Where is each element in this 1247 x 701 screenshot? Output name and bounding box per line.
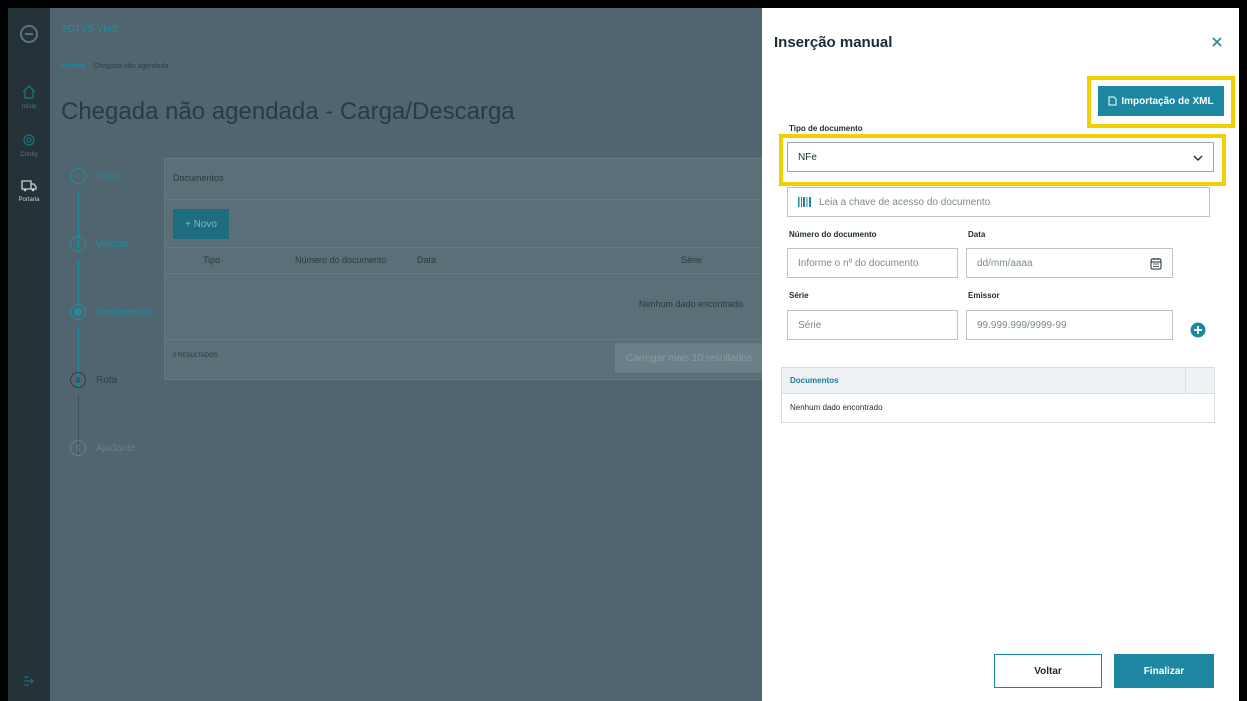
xml-import-button[interactable]: Importação de XML [1098, 86, 1224, 116]
breadcrumb-link-portaria[interactable]: Portaria [61, 63, 86, 70]
check-icon: ✓ [70, 236, 86, 252]
totvs-logo-icon [20, 25, 38, 43]
divider [165, 247, 763, 248]
rail-item-portaria[interactable]: Portaria [8, 163, 50, 217]
series-field[interactable] [787, 310, 958, 340]
access-key-field[interactable] [787, 187, 1210, 217]
logout-icon[interactable] [22, 674, 36, 688]
documents-card: Documentos + Novo Tipo Número do documen… [164, 158, 764, 380]
breadcrumb: Portaria Chegada não agendada [61, 63, 169, 70]
breadcrumb-current: Chegada não agendada [93, 63, 169, 70]
truck-icon [21, 180, 37, 192]
rail-item-label: Início [21, 104, 37, 110]
app-title: TOTVS YMS [61, 24, 119, 35]
doc-number-field[interactable] [787, 248, 958, 278]
access-key-input[interactable] [819, 196, 1199, 208]
side-rail: Início Config Portaria [8, 8, 50, 701]
step-number: 5 [70, 440, 86, 456]
check-icon: ✓ [70, 168, 86, 184]
step-label: Rota [96, 374, 118, 386]
rail-item-label: Portaria [18, 197, 40, 203]
column-header-tipo[interactable]: Tipo [203, 255, 220, 265]
load-more-button[interactable]: Carregar mais 10 resultados [615, 343, 763, 373]
background-page: TOTVS YMS Portaria Chegada não agendada … [50, 8, 764, 701]
file-icon [1108, 96, 1117, 106]
column-header-documentos: Documentos [790, 376, 839, 385]
step-number: 4 [70, 372, 86, 388]
issuer-label: Emissor [968, 291, 1000, 300]
finish-button[interactable]: Finalizar [1114, 654, 1214, 688]
divider [165, 339, 763, 340]
step-label: Documentos [96, 306, 153, 318]
close-icon[interactable] [1211, 36, 1223, 48]
doc-number-label: Número do documento [789, 230, 877, 239]
gear-icon [23, 134, 35, 146]
doc-type-value: NFe [798, 151, 817, 163]
barcode-icon [798, 197, 811, 207]
date-label: Data [968, 230, 986, 239]
column-header-serie[interactable]: Série [681, 255, 702, 265]
current-step-marker [70, 304, 86, 320]
step-rota[interactable]: 4 Rota [70, 372, 117, 388]
column-header-numero[interactable]: Número do documento [295, 255, 387, 265]
divider [165, 273, 763, 274]
step-veiculo[interactable]: ✓ Veículo [70, 236, 129, 252]
new-document-button[interactable]: + Novo [173, 209, 229, 239]
manual-insert-modal: Inserção manual Importação de XML Tipo d… [762, 8, 1239, 701]
step-inicio[interactable]: ✓ Início [70, 168, 120, 184]
app-frame: Início Config Portaria TOTVS YMS Portari… [8, 8, 1239, 701]
home-icon [22, 85, 36, 99]
step-label: Veículo [96, 238, 129, 250]
issuer-input[interactable] [977, 319, 1162, 331]
documents-table: Documentos Nenhum dado encontrado [781, 367, 1215, 423]
doc-type-select[interactable]: NFe [787, 142, 1214, 172]
series-input[interactable] [798, 319, 947, 331]
xml-import-label: Importação de XML [1121, 95, 1214, 107]
doc-type-label: Tipo de documento [789, 124, 863, 133]
step-label: Início [96, 170, 120, 182]
empty-message: Nenhum dado encontrado [790, 403, 883, 412]
table-header: Documentos [782, 368, 1214, 394]
step-label: Ajudante [96, 442, 136, 454]
date-input[interactable] [977, 257, 1162, 269]
step-documentos[interactable]: Documentos [70, 304, 152, 320]
divider [1185, 368, 1186, 394]
column-header-data[interactable]: Data [417, 255, 436, 265]
doc-number-input[interactable] [798, 257, 947, 269]
documents-card-title: Documentos [173, 173, 224, 183]
date-field[interactable] [966, 248, 1173, 278]
chevron-down-icon [1193, 155, 1203, 161]
page-title: Chegada não agendada - Carga/Descarga [61, 98, 515, 125]
divider [165, 199, 763, 200]
add-circle-icon[interactable] [1190, 322, 1206, 338]
calendar-icon[interactable] [1150, 257, 1162, 270]
step-ajudante[interactable]: 5 Ajudante [70, 440, 135, 456]
rail-item-inicio[interactable]: Início [8, 70, 50, 124]
series-label: Série [789, 291, 809, 300]
results-count: 0 RESULTADOS [173, 353, 218, 359]
back-button[interactable]: Voltar [994, 654, 1102, 688]
empty-message: Nenhum dado encontrado [638, 299, 743, 309]
rail-item-label: Config [20, 152, 38, 158]
issuer-field[interactable] [966, 310, 1173, 340]
modal-title: Inserção manual [774, 34, 893, 51]
